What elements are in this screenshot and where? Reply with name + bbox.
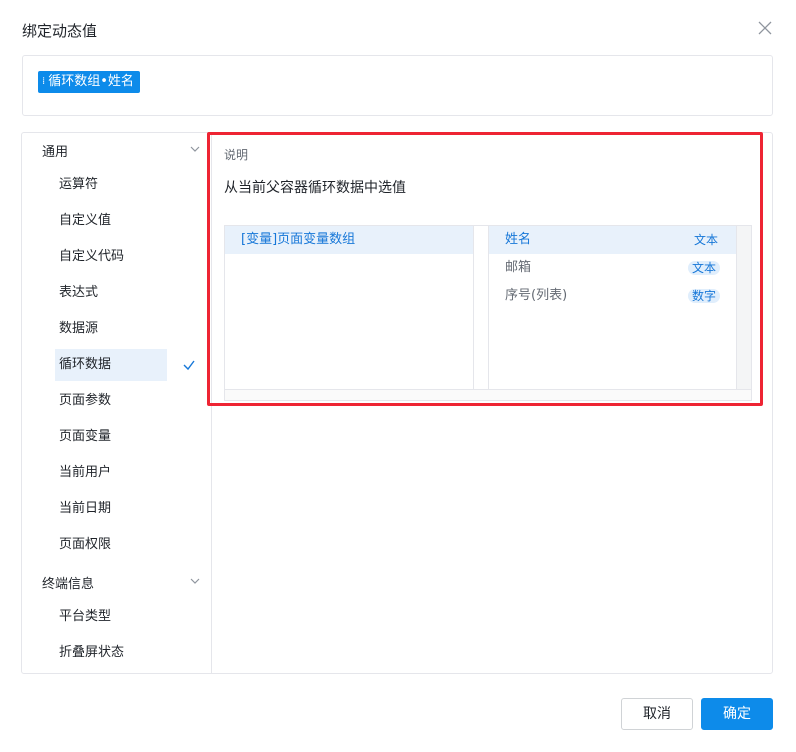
source-item[interactable]: [变量]页面变量数组	[225, 226, 473, 254]
horizontal-scrollbar[interactable]	[225, 389, 751, 400]
drag-grip-icon: ⁞	[42, 76, 46, 87]
description-text: 从当前父容器循环数据中选值	[224, 180, 406, 196]
sidebar-group-label: 通用	[42, 145, 69, 160]
sidebar-item-page-variables[interactable]: 页面变量	[55, 421, 167, 453]
field-type-badge: 文本	[687, 261, 720, 275]
bound-value-tag[interactable]: ⁞ 循环数组•姓名	[38, 71, 140, 93]
sidebar-item-current-date[interactable]: 当前日期	[55, 493, 167, 525]
sidebar-group-label: 终端信息	[42, 577, 95, 592]
field-name: 邮箱	[505, 260, 532, 275]
chevron-down-icon	[190, 146, 200, 152]
sidebar-item-expression[interactable]: 表达式	[55, 277, 167, 309]
checkmark-icon	[183, 360, 195, 371]
chevron-down-icon	[190, 578, 200, 584]
sidebar-item-platform-type[interactable]: 平台类型	[55, 601, 167, 633]
field-name: 姓名	[505, 232, 532, 247]
field-list: 姓名 文本 邮箱 文本 序号(列表) 数字	[488, 226, 737, 389]
sidebar-item-loop-data[interactable]: 循环数据	[55, 349, 167, 381]
field-type-badge: 数字	[687, 289, 720, 303]
sidebar-item-datasource[interactable]: 数据源	[55, 313, 167, 345]
sidebar-item-page-params[interactable]: 页面参数	[55, 385, 167, 417]
sidebar-group-terminal-info[interactable]: 终端信息	[22, 565, 211, 597]
cancel-button[interactable]: 取消	[621, 698, 693, 730]
sidebar-item-fold-screen-state[interactable]: 折叠屏状态	[55, 637, 167, 669]
field-item[interactable]: 邮箱 文本	[489, 254, 736, 282]
sidebar-item-custom-code[interactable]: 自定义代码	[55, 241, 167, 273]
detail-content: 说明 从当前父容器循环数据中选值 [变量]页面变量数组 姓名 文本 邮箱 文本	[212, 133, 772, 673]
source-list: [变量]页面变量数组	[225, 226, 474, 389]
sidebar-item-page-permission[interactable]: 页面权限	[55, 529, 167, 561]
binding-panel: 通用 运算符 自定义值 自定义代码 表达式 数据源 循环数据 页面参数 页面变量…	[21, 132, 773, 674]
sidebar-group-general[interactable]: 通用	[22, 133, 211, 165]
bound-value-tag-label: 循环数组•姓名	[48, 74, 134, 89]
sidebar-item-custom-value[interactable]: 自定义值	[55, 205, 167, 237]
field-item[interactable]: 姓名 文本	[489, 226, 736, 254]
sidebar-item-operator[interactable]: 运算符	[55, 169, 167, 201]
dialog-title: 绑定动态值	[22, 22, 98, 40]
bind-dynamic-value-dialog: 绑定动态值 ⁞ 循环数组•姓名 通用 运算符 自定义值 自定义代码 表达式 数据…	[0, 0, 796, 752]
close-icon[interactable]	[756, 19, 774, 37]
sidebar-item-current-user[interactable]: 当前用户	[55, 457, 167, 489]
description-label: 说明	[224, 148, 249, 162]
loop-data-picker: [变量]页面变量数组 姓名 文本 邮箱 文本 序号(列表) 数字	[224, 225, 752, 401]
confirm-button[interactable]: 确定	[701, 698, 773, 730]
field-name: 序号(列表)	[505, 288, 568, 303]
source-sidebar: 通用 运算符 自定义值 自定义代码 表达式 数据源 循环数据 页面参数 页面变量…	[22, 133, 212, 673]
expression-input[interactable]: ⁞ 循环数组•姓名	[22, 55, 773, 116]
vertical-scrollbar[interactable]	[737, 226, 751, 389]
field-type-badge: 文本	[693, 233, 718, 247]
field-item[interactable]: 序号(列表) 数字	[489, 282, 736, 310]
